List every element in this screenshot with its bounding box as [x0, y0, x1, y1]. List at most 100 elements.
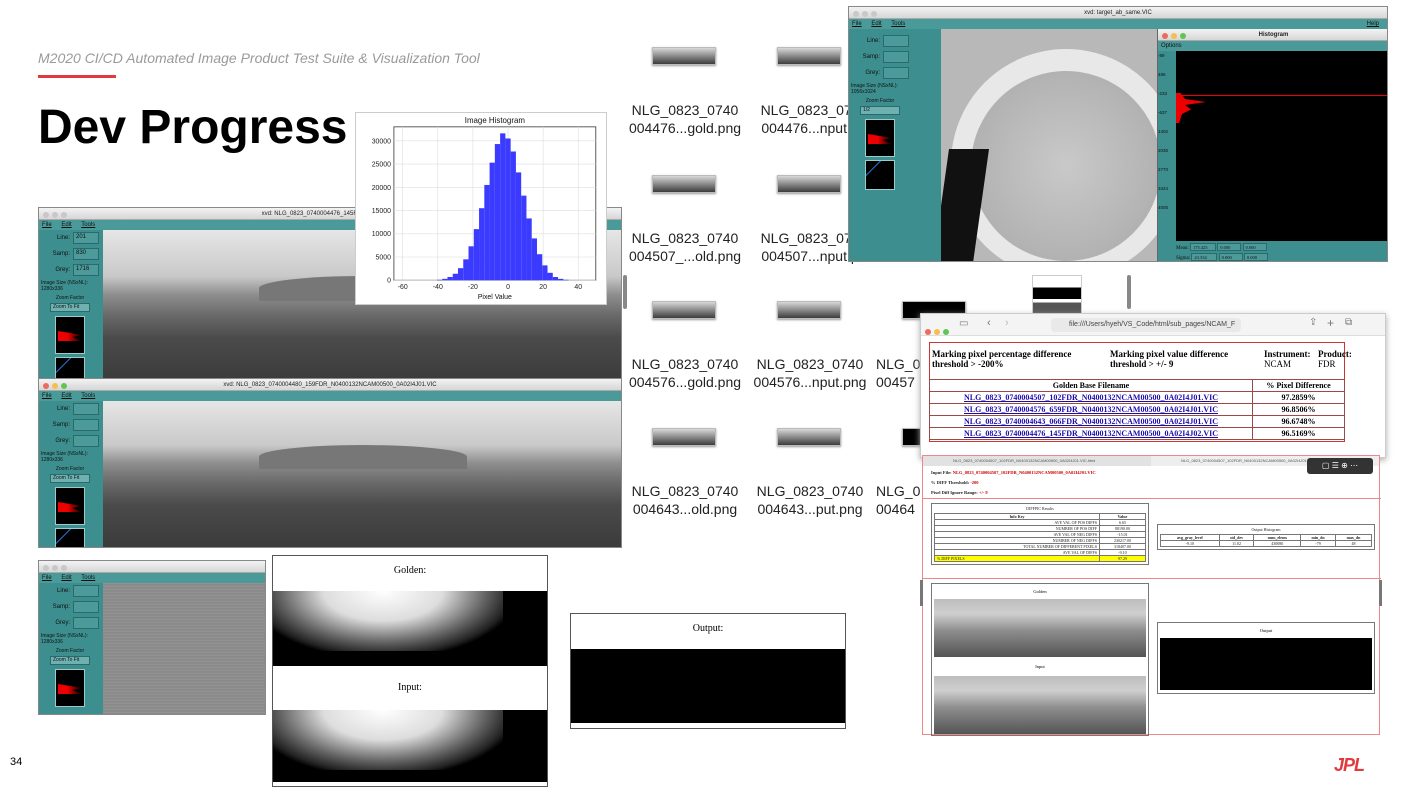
more-icon[interactable]: ⋯: [1350, 461, 1358, 470]
menu-bar: File Edit Tools: [39, 391, 621, 401]
tabs-icon[interactable]: ⧉: [1345, 317, 1352, 328]
window-titlebar[interactable]: xvd: target_ab_same.VIC: [849, 7, 1387, 19]
forward-icon[interactable]: ›: [1005, 317, 1009, 329]
menu-tools[interactable]: Tools: [891, 21, 905, 27]
histogram-window[interactable]: Histogram Options -89 486 -233 -637 1402…: [1157, 29, 1387, 261]
zoom-select[interactable]: 1/2: [860, 106, 900, 115]
xvd-window-4[interactable]: xvd: target_ab_same.VIC File Edit Tools …: [848, 6, 1388, 262]
samp-field[interactable]: [883, 51, 909, 63]
thumbnail-label: NLG_0823_0740 004643...put.png: [756, 483, 864, 517]
scrollbar[interactable]: [1127, 275, 1131, 309]
x-tick-label: -40: [433, 284, 443, 291]
line-field[interactable]: [73, 585, 99, 597]
menu-edit[interactable]: Edit: [61, 575, 71, 581]
noise-diff-image[interactable]: [103, 583, 265, 714]
sidebar-icon[interactable]: ▭: [959, 318, 968, 329]
file-thumbnail[interactable]: NLG_0823_0740 004576...nput.png: [745, 298, 875, 391]
golden-input-panel: Golden: Input:: [272, 555, 548, 787]
add-icon[interactable]: ⊕: [1341, 461, 1348, 470]
line-field[interactable]: 201: [73, 232, 99, 244]
floating-toolbar[interactable]: ▢ ☰ ⊕ ⋯: [1307, 458, 1373, 474]
file-link[interactable]: NLG_0823_0740004576_659FDR_N0400132NCAM0…: [964, 405, 1218, 414]
thumbnail-image[interactable]: [777, 47, 841, 65]
histogram-bar: [515, 172, 522, 281]
y-tick-label: 25000: [372, 162, 391, 169]
grey-field[interactable]: 1716: [73, 264, 99, 276]
thumbnail-image[interactable]: [777, 175, 841, 193]
mars-landscape-image[interactable]: [103, 401, 621, 547]
window-controls[interactable]: [925, 322, 952, 340]
file-thumbnail[interactable]: NLG_0823_0740 004643...old.png: [620, 425, 750, 518]
menu-edit[interactable]: Edit: [871, 21, 881, 27]
thumbnail-image[interactable]: [652, 301, 716, 319]
line-field[interactable]: [73, 403, 99, 415]
menu-file[interactable]: File: [42, 393, 52, 399]
table-row: NLG_0823_0740004476_145FDR_N0400132NCAM0…: [929, 427, 1345, 440]
file-thumbnail[interactable]: NLG_0823_0740 004507_...old.png: [620, 172, 750, 265]
menu-tools[interactable]: Tools: [81, 575, 95, 581]
samp-field[interactable]: [73, 419, 99, 431]
thumbnail-image[interactable]: [777, 428, 841, 446]
histogram-thumbnail: [55, 669, 85, 707]
menu-file[interactable]: File: [42, 575, 52, 581]
golden-image: [273, 591, 547, 666]
line-field[interactable]: [883, 35, 909, 47]
grey-field[interactable]: [883, 67, 909, 79]
grey-field[interactable]: [73, 435, 99, 447]
zoom-select[interactable]: Zoom To Fit: [50, 474, 90, 483]
menu-file[interactable]: File: [852, 21, 862, 27]
window-titlebar[interactable]: [39, 561, 265, 573]
menu-tools[interactable]: Tools: [81, 222, 95, 228]
zoom-select[interactable]: Zoom To Fit: [50, 303, 90, 312]
address-bar[interactable]: file:///Users/hyeh/VS_Code/html/sub_page…: [1051, 318, 1241, 332]
scrollbar[interactable]: [623, 275, 627, 309]
xvd-window-3[interactable]: File Edit Tools Line: Samp: Grey: Image …: [38, 560, 266, 715]
comment-icon[interactable]: ▢: [1322, 461, 1330, 470]
file-link[interactable]: NLG_0823_0740004507_102FDR_N0400132NCAM0…: [964, 393, 1218, 402]
window-titlebar[interactable]: xvd: NLG_0823_0740004480_159FDR_N0400132…: [39, 379, 621, 391]
divider: [923, 578, 1381, 579]
window-controls[interactable]: [43, 211, 70, 219]
file-thumbnail[interactable]: NLG_0823_0740 004643...put.png: [745, 425, 875, 518]
file-link[interactable]: NLG_0823_0740004476_145FDR_N0400132NCAM0…: [964, 429, 1218, 438]
scrollbar[interactable]: [920, 580, 923, 606]
window-controls[interactable]: [43, 382, 70, 390]
file-thumbnail[interactable]: NLG_0823_0740 004476...gold.png: [620, 44, 750, 137]
y-tick-label: 10000: [372, 231, 391, 238]
window-controls[interactable]: [1162, 32, 1189, 40]
window-controls[interactable]: [853, 10, 880, 18]
target-image[interactable]: [941, 29, 1159, 261]
value-threshold: Marking pixel value difference threshold…: [1110, 349, 1229, 369]
samp-field[interactable]: 830: [73, 248, 99, 260]
thumbnail-label: NLG_0823_0740 004507_...old.png: [628, 230, 742, 264]
xvd-window-2[interactable]: xvd: NLG_0823_0740004480_159FDR_N0400132…: [38, 378, 622, 548]
thumbnail-image[interactable]: [652, 175, 716, 193]
thumbnail-image[interactable]: [652, 428, 716, 446]
menu-help[interactable]: Help: [1367, 19, 1379, 29]
share-icon[interactable]: ⇪: [1309, 317, 1317, 328]
zoom-select[interactable]: Zoom To Fit: [50, 656, 90, 665]
grey-field[interactable]: [73, 617, 99, 629]
thumbnail-image[interactable]: [777, 301, 841, 319]
new-tab-icon[interactable]: +: [1327, 316, 1334, 330]
thumbnail-image[interactable]: [652, 47, 716, 65]
histogram-bar: [479, 208, 485, 281]
file-link[interactable]: NLG_0823_0740004643_066FDR_N0400132NCAM0…: [964, 417, 1218, 426]
histogram-menu[interactable]: Options: [1158, 41, 1387, 51]
histogram-titlebar[interactable]: Histogram: [1158, 29, 1387, 41]
file-thumbnail[interactable]: NLG_0823_0740 004576...gold.png: [620, 298, 750, 391]
report-tab-1[interactable]: NLG_0823_0740004507_102FDR_N0400132NCAM0…: [923, 456, 1151, 466]
menu-edit[interactable]: Edit: [61, 222, 71, 228]
scrollbar[interactable]: [1379, 580, 1382, 606]
menu-tools[interactable]: Tools: [81, 393, 95, 399]
text-icon[interactable]: ☰: [1332, 461, 1339, 470]
file-icon[interactable]: [1032, 275, 1082, 315]
thumbnail-label: NLG_0 00457: [876, 356, 920, 390]
report-output-image: [1160, 638, 1372, 690]
window-controls[interactable]: [43, 564, 70, 572]
menu-file[interactable]: File: [42, 222, 52, 228]
menu-edit[interactable]: Edit: [61, 393, 71, 399]
samp-field[interactable]: [73, 601, 99, 613]
browser-window[interactable]: ▭ ‹ › file:///Users/hyeh/VS_Code/html/su…: [920, 313, 1386, 458]
back-icon[interactable]: ‹: [987, 317, 991, 329]
